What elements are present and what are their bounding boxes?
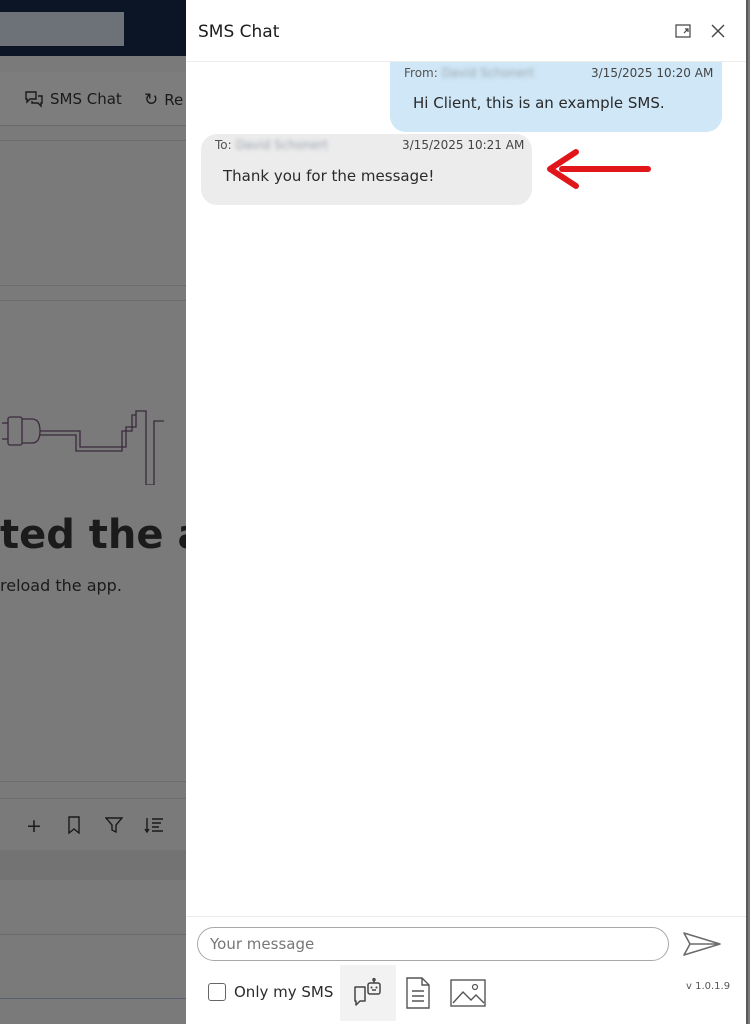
bookmark-icon[interactable] — [64, 816, 84, 836]
message-prefix: To: — [215, 138, 232, 152]
message-text: Hi Client, this is an example SMS. — [413, 94, 665, 112]
sms-chat-panel: SMS Chat From: David Schonert 3/15/2025 1… — [186, 0, 748, 1024]
bg-divider — [0, 998, 186, 999]
expand-button[interactable] — [672, 20, 694, 42]
message-outgoing[interactable]: From: David Schonert 3/15/2025 10:20 AM H… — [390, 62, 722, 132]
send-button[interactable] — [680, 927, 724, 961]
plug-illustration-icon — [2, 410, 164, 485]
attach-image-button[interactable] — [440, 965, 496, 1021]
chat-icon — [25, 91, 43, 108]
bg-sms-chat-label: SMS Chat — [50, 90, 122, 108]
bg-toolbar: SMS Chat ↻ Re — [0, 72, 186, 126]
message-text: Thank you for the message! — [223, 167, 435, 185]
red-arrow-icon — [547, 149, 651, 189]
expand-icon — [675, 24, 691, 38]
bg-panel — [0, 140, 186, 286]
bg-error-subtitle: reload the app. — [0, 576, 122, 595]
message-incoming[interactable]: To: David Schonert 3/15/2025 10:21 AM Tha… — [201, 134, 532, 205]
sort-icon[interactable] — [144, 816, 164, 836]
bg-top-bar — [0, 0, 186, 56]
bg-divider — [0, 934, 186, 935]
bg-sms-chat-button[interactable]: SMS Chat — [24, 90, 122, 108]
only-my-sms-toggle[interactable]: Only my SMS — [208, 983, 333, 1001]
message-timestamp: 3/15/2025 10:20 AM — [591, 66, 714, 80]
bg-search-box[interactable] — [0, 12, 124, 46]
panel-header: SMS Chat — [186, 0, 746, 62]
template-button[interactable] — [390, 965, 446, 1021]
bot-chat-icon — [354, 978, 381, 1006]
message-input[interactable] — [197, 927, 669, 961]
message-recipient: To: David Schonert — [215, 138, 328, 152]
bot-button[interactable] — [340, 965, 396, 1021]
compose-area: Only my SMS — [186, 916, 746, 1024]
only-my-sms-checkbox[interactable] — [208, 983, 226, 1001]
sender-name-redacted: David Schonert — [441, 66, 535, 80]
refresh-icon: ↻ — [144, 90, 159, 110]
close-icon — [711, 24, 725, 38]
panel-title: SMS Chat — [198, 22, 280, 42]
bg-grid-header — [0, 850, 186, 880]
only-my-sms-label: Only my SMS — [234, 983, 334, 1001]
bg-reload-button[interactable]: ↻ Re — [144, 90, 183, 110]
add-icon[interactable]: + — [24, 816, 44, 836]
message-timestamp: 3/15/2025 10:21 AM — [402, 138, 525, 152]
filter-icon[interactable] — [104, 816, 124, 836]
message-sender: From: David Schonert — [404, 66, 534, 80]
version-label: v 1.0.1.9 — [686, 981, 731, 992]
image-icon — [450, 979, 486, 1007]
recipient-name-redacted: David Schonert — [235, 138, 328, 152]
document-icon — [406, 977, 430, 1009]
message-prefix: From: — [404, 66, 438, 80]
close-button[interactable] — [707, 20, 729, 42]
bg-reload-label: Re — [164, 91, 184, 109]
send-icon — [683, 932, 721, 956]
